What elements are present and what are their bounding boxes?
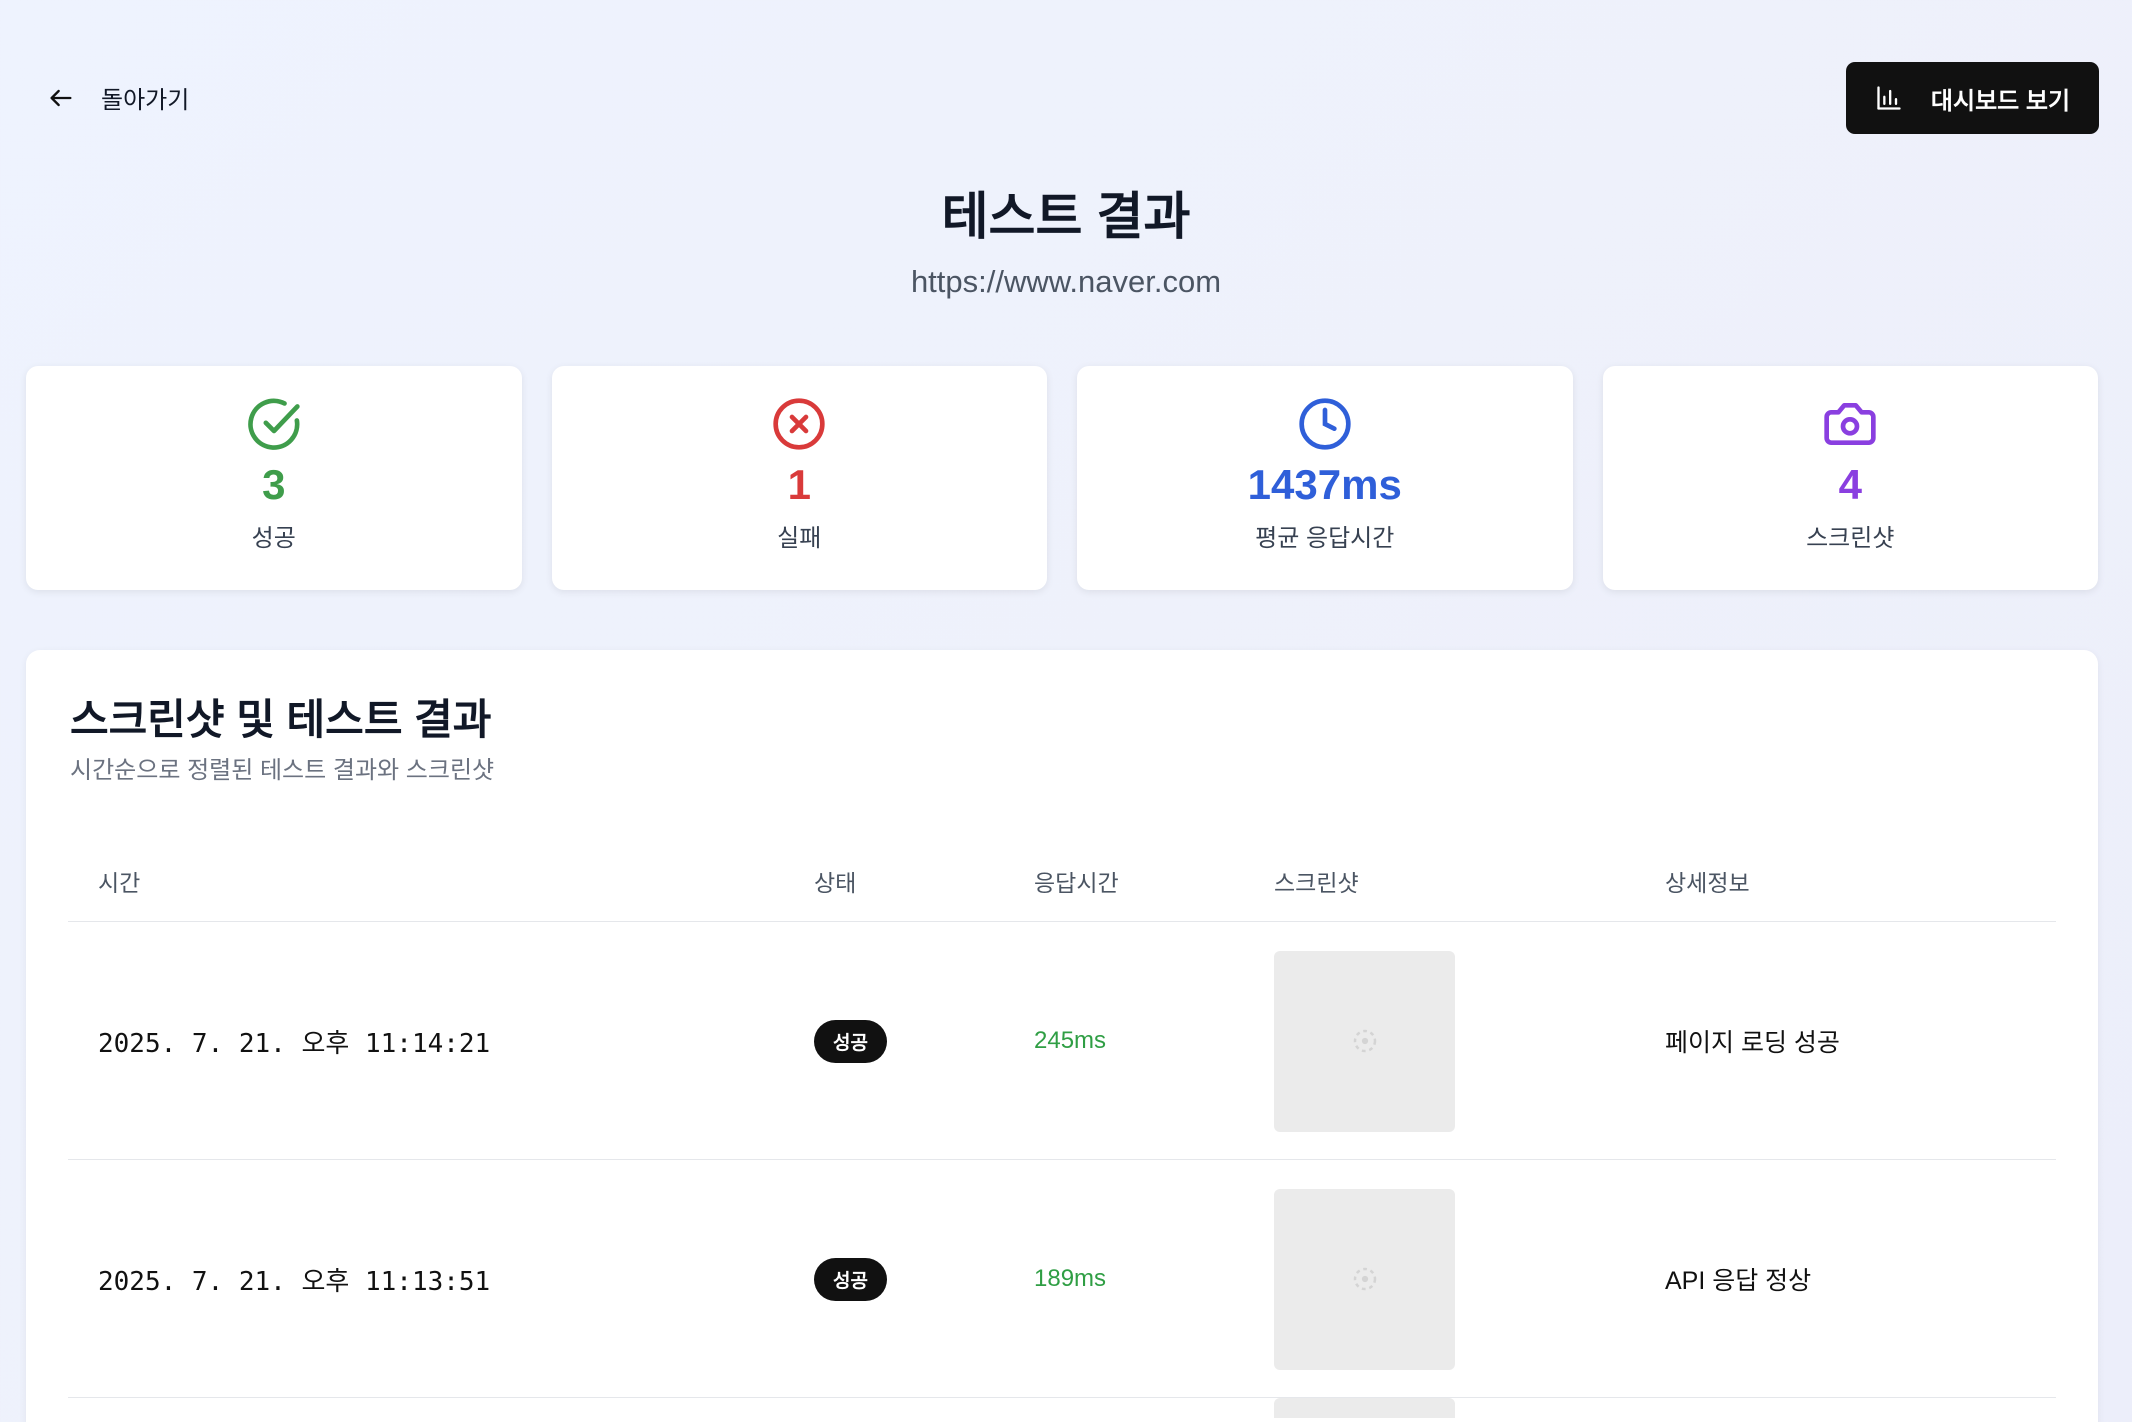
stat-label-success: 성공	[251, 525, 296, 553]
status-badge: 성공	[814, 1257, 887, 1301]
stat-value-failure: 1	[787, 461, 811, 508]
loading-spinner-icon	[1353, 1029, 1376, 1053]
stat-value-success: 3	[262, 461, 286, 508]
camera-icon	[1824, 403, 1876, 445]
column-header-response-time: 응답시간	[1034, 870, 1119, 896]
table-row: 2025. 7. 21. 오후 11:14:21 성공 245ms 페이지 로딩…	[68, 922, 2056, 1160]
results-subtitle: 시간순으로 정렬된 테스트 결과와 스크린샷	[70, 757, 495, 784]
arrow-left-icon	[50, 89, 72, 106]
stat-label-screenshots: 스크린샷	[1806, 525, 1895, 553]
stat-card-avg-response: 1437ms 평균 응답시간	[1077, 366, 1573, 590]
table-row-partial	[68, 1398, 2056, 1422]
stat-card-success: 3 성공	[26, 366, 522, 590]
dashboard-button-label: 대시보드 보기	[1930, 87, 2071, 115]
row-detail: API 응답 정상	[1665, 1267, 1812, 1295]
column-header-detail: 상세정보	[1665, 870, 1750, 896]
row-response-time: 245ms	[1034, 1027, 1107, 1054]
dashboard-button[interactable]: 대시보드 보기	[1846, 62, 2099, 134]
row-time: 2025. 7. 21. 오후 11:13:51	[98, 1266, 491, 1297]
row-screenshot-cell	[1274, 1160, 1455, 1398]
stat-card-failure: 1 실패	[551, 366, 1047, 590]
row-status-cell: 성공	[814, 1160, 887, 1398]
row-response-time: 189ms	[1034, 1265, 1107, 1292]
results-title: 스크린샷 및 테스트 결과	[70, 696, 492, 743]
row-time: 2025. 7. 21. 오후 11:14:21	[98, 1028, 491, 1059]
stat-card-screenshots: 4 스크린샷	[1602, 366, 2098, 590]
screenshot-thumbnail-partial[interactable]	[1274, 1398, 1455, 1418]
row-status-cell: 성공	[814, 922, 887, 1160]
column-header-screenshot: 스크린샷	[1274, 870, 1359, 896]
screenshot-thumbnail[interactable]	[1274, 1188, 1455, 1370]
screenshot-thumbnail[interactable]	[1274, 950, 1455, 1132]
back-link-label: 돌아가기	[101, 87, 190, 114]
column-header-time: 시간	[98, 870, 141, 896]
stats-row: 3 성공 1 실패 1437ms 평균 응답시간 4 스크린샷	[26, 366, 2098, 590]
table-header: 시간 상태 응답시간 스크린샷 상세정보	[68, 845, 2056, 922]
column-header-status: 상태	[814, 870, 857, 896]
table-row: 2025. 7. 21. 오후 11:13:51 성공 189ms API 응답…	[68, 1160, 2056, 1398]
clock-icon	[1299, 398, 1351, 450]
results-table: 시간 상태 응답시간 스크린샷 상세정보 2025. 7. 21. 오후 11:…	[68, 845, 2056, 1422]
results-panel: 스크린샷 및 테스트 결과 시간순으로 정렬된 테스트 결과와 스크린샷 시간 …	[26, 650, 2098, 1422]
status-badge: 성공	[814, 1019, 887, 1063]
tested-url: https://www.naver.com	[910, 264, 1222, 299]
page-title: 테스트 결과	[941, 188, 1191, 245]
x-circle-icon	[773, 398, 825, 450]
bar-chart-icon	[1877, 86, 1901, 110]
stat-value-avg-response: 1437ms	[1247, 461, 1402, 508]
check-circle-icon	[247, 398, 300, 450]
stat-value-screenshots: 4	[1838, 461, 1862, 508]
row-detail: 페이지 로딩 성공	[1665, 1029, 1840, 1057]
row-screenshot-cell	[1274, 922, 1455, 1160]
loading-spinner-icon	[1353, 1267, 1376, 1291]
stat-label-failure: 실패	[777, 525, 822, 553]
stat-label-avg-response: 평균 응답시간	[1255, 525, 1395, 553]
back-link[interactable]: 돌아가기	[47, 80, 189, 115]
